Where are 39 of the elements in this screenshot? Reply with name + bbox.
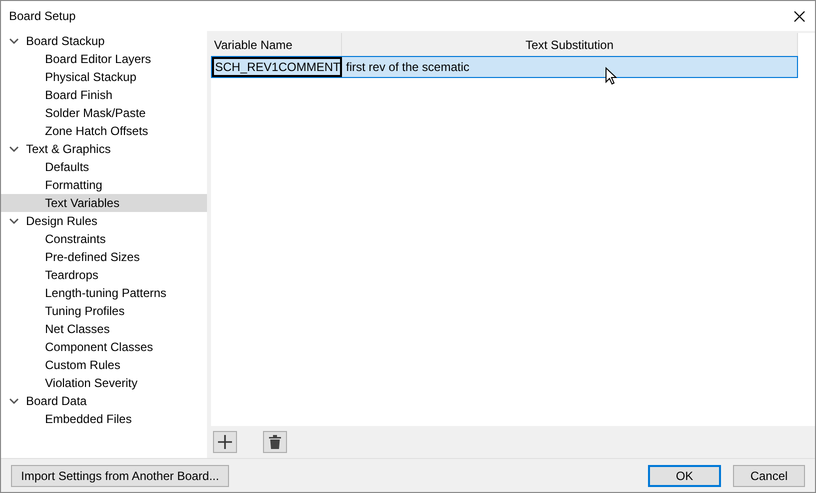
table-cell[interactable]: SCH_REV1COMMENT bbox=[212, 57, 342, 77]
table-cell[interactable]: first rev of the scematic bbox=[342, 57, 797, 77]
tree-item[interactable]: Custom Rules bbox=[1, 356, 207, 374]
table-row[interactable]: SCH_REV1COMMENT first rev of the scematic bbox=[211, 56, 798, 78]
chevron-icon[interactable] bbox=[9, 396, 19, 406]
close-icon[interactable] bbox=[794, 10, 805, 22]
chevron-icon[interactable] bbox=[9, 216, 19, 226]
tree-item[interactable]: Board Editor Layers bbox=[1, 50, 207, 68]
tree-item[interactable]: Tuning Profiles bbox=[1, 302, 207, 320]
chevron-icon[interactable] bbox=[9, 144, 19, 154]
tree-item[interactable]: Constraints bbox=[1, 230, 207, 248]
tree-item[interactable]: Net Classes bbox=[1, 320, 207, 338]
plus-icon bbox=[218, 435, 232, 449]
trash-icon bbox=[269, 435, 281, 449]
tree-item[interactable]: Teardrops bbox=[1, 266, 207, 284]
tree-item[interactable]: Length-tuning Patterns bbox=[1, 284, 207, 302]
tree-item[interactable]: Defaults bbox=[1, 158, 207, 176]
tree-item[interactable]: Board Stackup bbox=[1, 32, 207, 50]
tree-item[interactable]: Design Rules bbox=[1, 212, 207, 230]
delete-button[interactable] bbox=[263, 431, 287, 453]
tree-item[interactable]: Solder Mask/Paste bbox=[1, 104, 207, 122]
tree-item[interactable]: Component Classes bbox=[1, 338, 207, 356]
tree-item[interactable]: Text Variables bbox=[1, 194, 207, 212]
cancel-button[interactable]: Cancel bbox=[733, 464, 805, 486]
tree-item[interactable]: Embedded Files bbox=[1, 410, 207, 428]
import-settings-button[interactable]: Import Settings from Another Board... bbox=[11, 464, 230, 486]
tree-item[interactable]: Zone Hatch Offsets bbox=[1, 122, 207, 140]
tree-item[interactable]: Pre-defined Sizes bbox=[1, 248, 207, 266]
chevron-icon[interactable] bbox=[9, 36, 19, 46]
tree-item[interactable]: Board Finish bbox=[1, 86, 207, 104]
ok-button[interactable]: OK bbox=[648, 464, 721, 486]
tree-item[interactable]: Formatting bbox=[1, 176, 207, 194]
tree-item[interactable]: Physical Stackup bbox=[1, 68, 207, 86]
add-button[interactable] bbox=[213, 431, 237, 453]
tree-item[interactable]: Text & Graphics bbox=[1, 140, 207, 158]
cursor-icon bbox=[605, 67, 617, 85]
tree-item[interactable]: Board Data bbox=[1, 392, 207, 410]
tree-item[interactable]: Violation Severity bbox=[1, 374, 207, 392]
window-title: Board Setup bbox=[9, 8, 76, 25]
